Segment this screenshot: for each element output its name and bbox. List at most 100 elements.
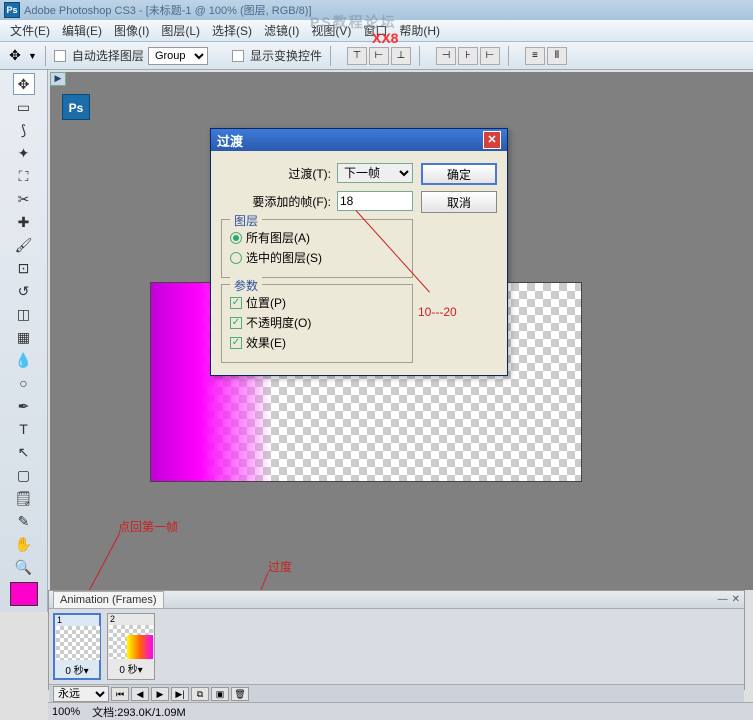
menu-edit[interactable]: 编辑(E) bbox=[56, 20, 108, 41]
params-fieldset: 参数 ✓ 位置(P) ✓ 不透明度(O) ✓ 效果(E) bbox=[221, 284, 413, 363]
align-bottom-icon[interactable]: ⊥ bbox=[391, 47, 411, 65]
frames-to-add-input[interactable] bbox=[337, 191, 413, 211]
effects-checkbox[interactable]: ✓ bbox=[230, 337, 242, 349]
frame-thumb bbox=[109, 625, 153, 659]
tween-button[interactable]: ⧉ bbox=[191, 687, 209, 701]
move-tool[interactable]: ✥ bbox=[13, 73, 35, 95]
align-left-icon[interactable]: ⊣ bbox=[436, 47, 456, 65]
play-button[interactable]: ▶ bbox=[151, 687, 169, 701]
selected-layers-radio[interactable] bbox=[230, 252, 242, 264]
divider bbox=[508, 46, 509, 66]
notes-tool[interactable]: 🗒 bbox=[13, 487, 35, 509]
close-icon[interactable]: ✕ bbox=[732, 594, 740, 605]
tool-preset-dropdown-icon[interactable]: ▼ bbox=[28, 51, 37, 61]
toolbox: ✥ ▭ ⟆ ✦ ⛶ ✂ ✚ 🖌 ⊡ ↺ ◫ ▦ 💧 ○ ✒ T ↖ ▢ 🗒 ✎ … bbox=[0, 70, 48, 612]
move-tool-icon[interactable]: ✥ bbox=[6, 47, 24, 65]
cancel-button[interactable]: 取消 bbox=[421, 191, 497, 213]
animation-tab[interactable]: Animation (Frames) bbox=[53, 591, 164, 608]
menu-help[interactable]: 帮助(H) bbox=[393, 20, 446, 41]
prev-frame-button[interactable]: ◀ bbox=[131, 687, 149, 701]
frame-thumb bbox=[56, 626, 100, 660]
align-top-icon[interactable]: ⊤ bbox=[347, 47, 367, 65]
ps-badge: Ps bbox=[62, 94, 90, 120]
frames-to-add-label: 要添加的帧(F): bbox=[252, 193, 331, 210]
shape-tool[interactable]: ▢ bbox=[13, 464, 35, 486]
distribute-buttons: ⊣ ⊦ ⊢ bbox=[436, 47, 500, 65]
all-layers-label: 所有图层(A) bbox=[246, 229, 310, 246]
wand-tool[interactable]: ✦ bbox=[13, 142, 35, 164]
zoom-level[interactable]: 100% bbox=[52, 706, 80, 718]
divider bbox=[330, 46, 331, 66]
healing-tool[interactable]: ✚ bbox=[13, 211, 35, 233]
divider bbox=[419, 46, 420, 66]
menu-select[interactable]: 选择(S) bbox=[206, 20, 258, 41]
show-transform-checkbox[interactable] bbox=[232, 50, 244, 62]
auto-select-checkbox[interactable] bbox=[54, 50, 66, 62]
all-layers-radio[interactable] bbox=[230, 232, 242, 244]
selected-layers-label: 选中的图层(S) bbox=[246, 249, 322, 266]
opacity-checkbox[interactable]: ✓ bbox=[230, 317, 242, 329]
frame-number: 2 bbox=[108, 614, 154, 624]
ok-button[interactable]: 确定 bbox=[421, 163, 497, 185]
frame-number: 1 bbox=[55, 615, 99, 625]
crop-tool[interactable]: ⛶ bbox=[13, 165, 35, 187]
marquee-tool[interactable]: ▭ bbox=[13, 96, 35, 118]
align-hcenter-icon[interactable]: ⊦ bbox=[458, 47, 478, 65]
lasso-tool[interactable]: ⟆ bbox=[13, 119, 35, 141]
align-buttons: ⊤ ⊢ ⊥ bbox=[347, 47, 411, 65]
zoom-tool[interactable]: 🔍 bbox=[13, 556, 35, 578]
opacity-label: 不透明度(O) bbox=[246, 314, 311, 331]
align-vcenter-icon[interactable]: ⊢ bbox=[369, 47, 389, 65]
group-select[interactable]: Group bbox=[148, 47, 208, 65]
divider bbox=[45, 46, 46, 66]
animation-controls: 永远 ⏮ ◀ ▶ ▶| ⧉ ▣ 🗑 bbox=[49, 684, 744, 702]
reveal-strip[interactable]: ▶ bbox=[50, 72, 66, 86]
hand-tool[interactable]: ✋ bbox=[13, 533, 35, 555]
effects-label: 效果(E) bbox=[246, 334, 286, 351]
close-button[interactable]: ✕ bbox=[483, 131, 501, 149]
layers-legend: 图层 bbox=[230, 212, 262, 229]
brush-tool[interactable]: 🖌 bbox=[13, 234, 35, 256]
gradient-tool[interactable]: ▦ bbox=[13, 326, 35, 348]
params-legend: 参数 bbox=[230, 277, 262, 294]
title-text: Adobe Photoshop CS3 - [未标题-1 @ 100% (图层,… bbox=[24, 2, 312, 18]
watermark-xxs: XX8 bbox=[372, 30, 398, 46]
stamp-tool[interactable]: ⊡ bbox=[13, 257, 35, 279]
align-right-icon[interactable]: ⊢ bbox=[480, 47, 500, 65]
foreground-color-swatch[interactable] bbox=[10, 582, 38, 606]
eyedropper-tool[interactable]: ✎ bbox=[13, 510, 35, 532]
eraser-tool[interactable]: ◫ bbox=[13, 303, 35, 325]
dist-icon[interactable]: ≡ bbox=[525, 47, 545, 65]
menu-image[interactable]: 图像(I) bbox=[108, 20, 155, 41]
dialog-titlebar[interactable]: 过渡 ✕ bbox=[211, 129, 507, 151]
menu-file[interactable]: 文件(E) bbox=[4, 20, 56, 41]
distribute-buttons-2: ≡ ⦀ bbox=[525, 47, 567, 65]
position-label: 位置(P) bbox=[246, 294, 286, 311]
doc-size: 文档:293.0K/1.09M bbox=[92, 704, 186, 720]
show-transform-label: 显示变换控件 bbox=[250, 47, 322, 64]
pen-tool[interactable]: ✒ bbox=[13, 395, 35, 417]
type-tool[interactable]: T bbox=[13, 418, 35, 440]
history-brush-tool[interactable]: ↺ bbox=[13, 280, 35, 302]
path-tool[interactable]: ↖ bbox=[13, 441, 35, 463]
delete-frame-button[interactable]: 🗑 bbox=[231, 687, 249, 701]
loop-select[interactable]: 永远 bbox=[53, 686, 109, 702]
first-frame-button[interactable]: ⏮ bbox=[111, 687, 129, 701]
minimize-icon[interactable]: — bbox=[718, 594, 728, 605]
animation-panel: Animation (Frames) — ✕ 1 0 秒▾ 2 0 秒▾ 永远 … bbox=[48, 590, 745, 690]
new-frame-button[interactable]: ▣ bbox=[211, 687, 229, 701]
position-checkbox[interactable]: ✓ bbox=[230, 297, 242, 309]
blur-tool[interactable]: 💧 bbox=[13, 349, 35, 371]
tween-with-label: 过渡(T): bbox=[288, 165, 331, 182]
slice-tool[interactable]: ✂ bbox=[13, 188, 35, 210]
dist-icon[interactable]: ⦀ bbox=[547, 47, 567, 65]
frame-time[interactable]: 0 秒▾ bbox=[108, 660, 154, 677]
dodge-tool[interactable]: ○ bbox=[13, 372, 35, 394]
frame-time[interactable]: 0 秒▾ bbox=[55, 661, 99, 678]
next-frame-button[interactable]: ▶| bbox=[171, 687, 189, 701]
menu-layer[interactable]: 图层(L) bbox=[155, 20, 206, 41]
frame-1[interactable]: 1 0 秒▾ bbox=[53, 613, 101, 680]
frame-2[interactable]: 2 0 秒▾ bbox=[107, 613, 155, 680]
tween-with-select[interactable]: 下一帧 bbox=[337, 163, 413, 183]
menu-filter[interactable]: 滤镜(I) bbox=[258, 20, 305, 41]
